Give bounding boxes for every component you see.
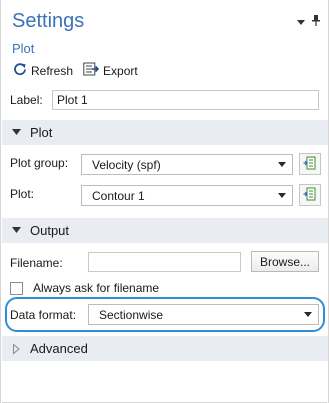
filename-row: Filename: xyxy=(10,256,63,270)
always-ask-row: Always ask for filename xyxy=(10,281,159,295)
plot-group-select[interactable]: Velocity (spf) xyxy=(81,154,293,175)
label-row: Label: Plot 1 xyxy=(10,90,319,110)
data-format-row: Data format: xyxy=(10,308,76,322)
section-expanded-caret-icon xyxy=(2,129,30,136)
export-label: Export xyxy=(103,63,138,78)
output-section-header[interactable]: Output xyxy=(2,218,328,243)
plot-label: Plot: xyxy=(10,187,35,201)
advanced-section-title: Advanced xyxy=(30,341,88,356)
go-to-source-icon xyxy=(303,156,317,173)
window-controls xyxy=(297,15,320,29)
plot-section-header[interactable]: Plot xyxy=(2,120,328,145)
refresh-button[interactable]: Refresh xyxy=(13,62,73,79)
chevron-down-icon xyxy=(278,193,286,198)
data-format-select[interactable]: Sectionwise xyxy=(88,304,319,325)
go-to-source-icon xyxy=(303,187,317,204)
export-button[interactable]: Export xyxy=(83,62,138,79)
pin-icon[interactable] xyxy=(312,15,320,29)
refresh-icon xyxy=(13,62,27,79)
settings-toolbar: Refresh Export xyxy=(13,62,138,79)
filename-input[interactable] xyxy=(88,252,241,272)
advanced-section-header[interactable]: Advanced xyxy=(2,336,328,361)
label-field-label: Label: xyxy=(10,93,43,107)
data-format-label: Data format: xyxy=(10,308,77,322)
data-format-value: Sectionwise xyxy=(99,307,164,322)
panel-menu-chevron-down-icon[interactable] xyxy=(297,15,305,29)
browse-button[interactable]: Browse... xyxy=(251,251,319,272)
go-to-plot-button[interactable] xyxy=(299,184,321,206)
plot-select[interactable]: Contour 1 xyxy=(81,185,293,206)
plot-section-title: Plot xyxy=(30,125,53,140)
section-expanded-caret-icon xyxy=(2,227,30,234)
section-collapsed-caret-icon xyxy=(2,343,30,354)
plot-value: Contour 1 xyxy=(92,188,145,203)
always-ask-checkbox[interactable] xyxy=(10,281,23,295)
go-to-plot-group-button[interactable] xyxy=(299,153,321,175)
chevron-down-icon xyxy=(278,162,286,167)
plot-group-label: Plot group: xyxy=(10,156,69,170)
refresh-label: Refresh xyxy=(31,63,74,78)
label-input[interactable]: Plot 1 xyxy=(52,90,319,110)
plot-group-row: Plot group: xyxy=(10,156,68,170)
export-icon xyxy=(83,62,100,79)
plot-row: Plot: xyxy=(10,187,34,201)
panel-title: Settings xyxy=(12,10,85,32)
chevron-down-icon xyxy=(304,312,312,317)
plot-group-value: Velocity (spf) xyxy=(92,157,161,172)
settings-panel: Settings Plot Refresh Export Label: Plot… xyxy=(0,0,329,403)
panel-subtitle: Plot xyxy=(12,41,35,56)
filename-label: Filename: xyxy=(10,256,63,270)
always-ask-label: Always ask for filename xyxy=(33,281,160,295)
output-section-title: Output xyxy=(30,223,70,238)
